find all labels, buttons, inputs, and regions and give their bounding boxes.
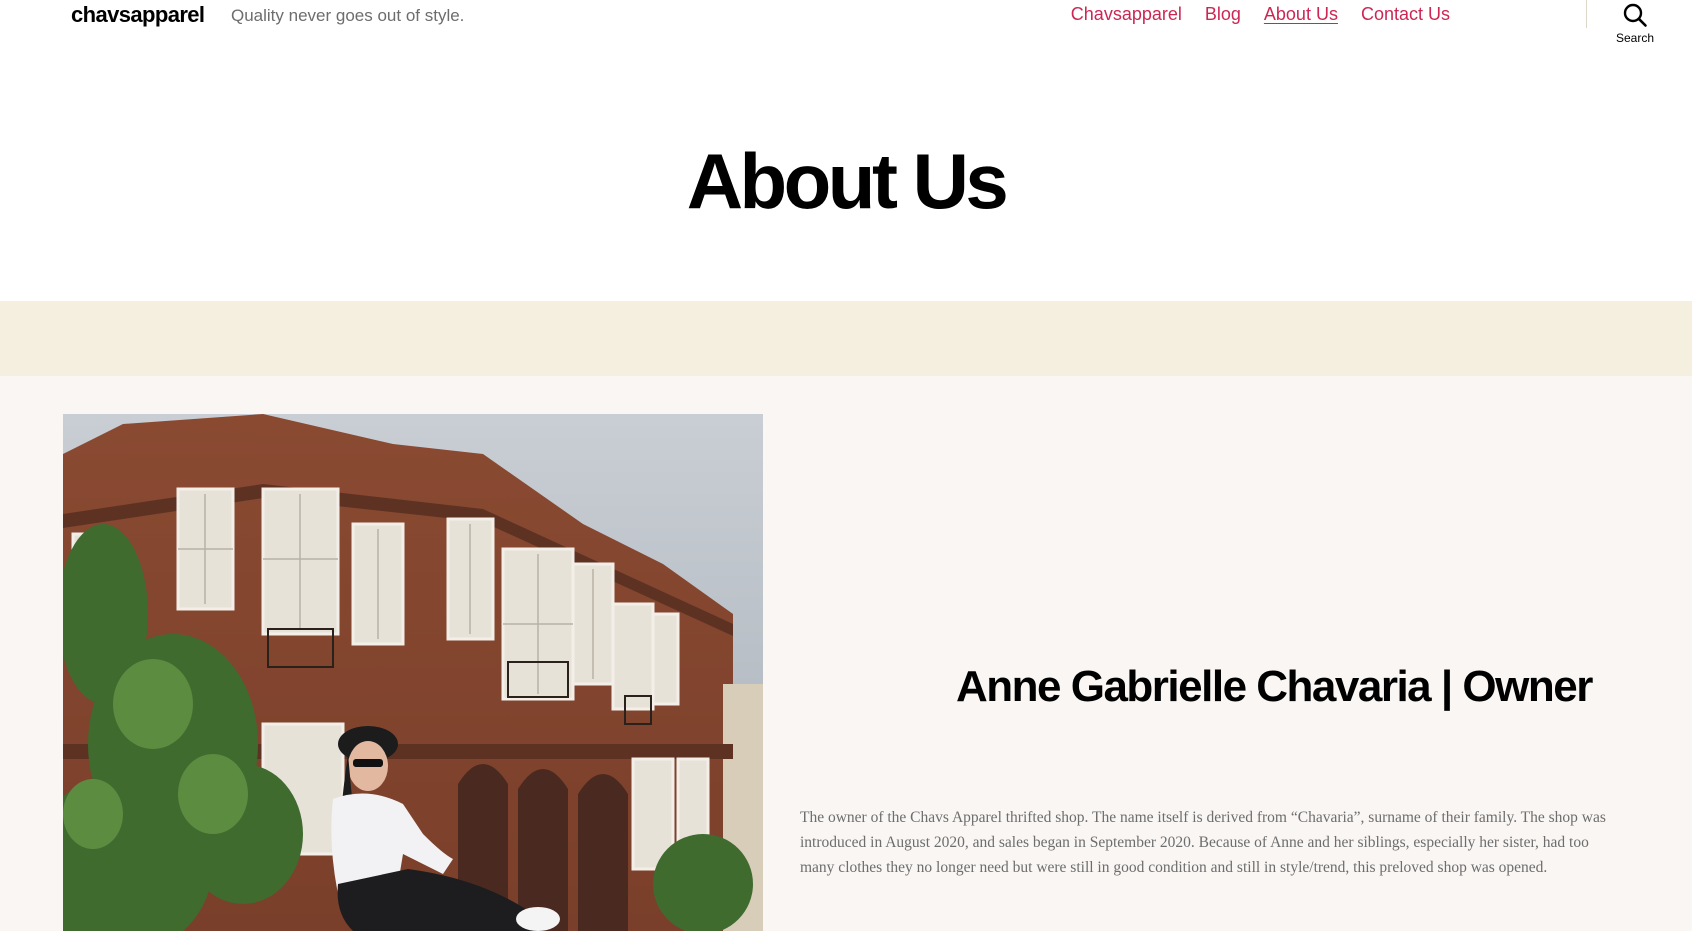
cover-band bbox=[0, 301, 1692, 376]
search-toggle-button[interactable]: Search bbox=[1598, 0, 1672, 50]
nav-divider bbox=[1586, 0, 1587, 28]
owner-photo-illustration bbox=[63, 414, 763, 931]
owner-bio: The owner of the Chavs Apparel thrifted … bbox=[800, 809, 1606, 876]
nav-item-contact-us[interactable]: Contact Us bbox=[1361, 4, 1450, 25]
site-tagline: Quality never goes out of style. bbox=[231, 6, 465, 25]
owner-name-heading: Anne Gabrielle Chavaria | Owner bbox=[956, 662, 1593, 711]
site-header: chavsapparel Quality never goes out of s… bbox=[0, 0, 1692, 60]
nav-item-about-us[interactable]: About Us bbox=[1264, 4, 1338, 25]
owner-photo bbox=[63, 414, 763, 931]
about-content-section: Anne Gabrielle Chavaria | Owner The owne… bbox=[0, 376, 1692, 931]
search-label: Search bbox=[1615, 31, 1655, 45]
nav-item-chavsapparel[interactable]: Chavsapparel bbox=[1071, 4, 1182, 25]
search-icon bbox=[1623, 3, 1647, 27]
site-title-link[interactable]: chavsapparel bbox=[71, 2, 205, 28]
page-title: About Us bbox=[686, 137, 1009, 225]
primary-nav: Chavsapparel Blog About Us Contact Us bbox=[1071, 4, 1450, 25]
nav-item-blog[interactable]: Blog bbox=[1205, 4, 1241, 25]
